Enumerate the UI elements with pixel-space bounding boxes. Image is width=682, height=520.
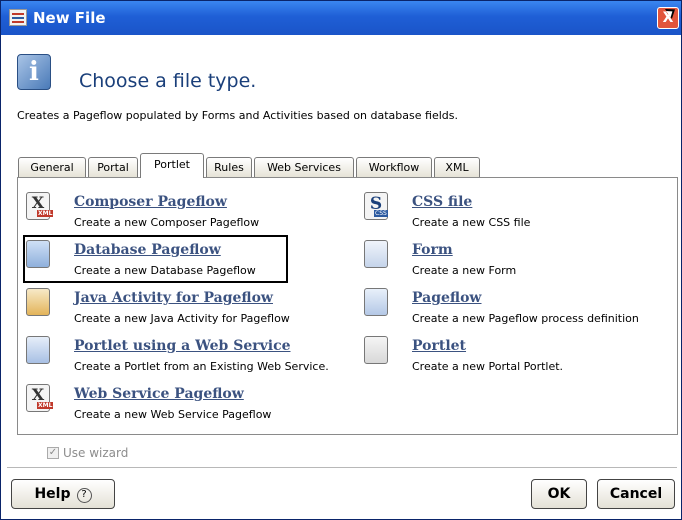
file-type-desc: Create a Portlet from an Existing Web Se… (74, 360, 329, 373)
tab-xml[interactable]: XML (434, 157, 480, 177)
use-wizard-label: Use wizard (63, 446, 129, 460)
web-service-portlet-icon (26, 336, 50, 364)
file-type-composer-pageflow[interactable]: X XML Composer Pageflow Create a new Comp… (26, 192, 326, 232)
tab-rules[interactable]: Rules (206, 157, 252, 177)
tab-general[interactable]: General (18, 157, 86, 177)
file-type-portlet[interactable]: Portlet Create a new Portal Portlet. (364, 336, 674, 376)
ok-button[interactable]: OK (531, 479, 587, 509)
file-type-title[interactable]: Pageflow (412, 290, 482, 306)
tab-portlet[interactable]: Portlet (140, 153, 204, 178)
file-type-database-pageflow[interactable]: Database Pageflow Create a new Database … (26, 240, 326, 280)
file-type-portlet-web-service[interactable]: Portlet using a Web Service Create a Por… (26, 336, 356, 376)
file-type-desc: Create a new Portal Portlet. (412, 360, 564, 373)
xml-document-icon: X XML (26, 192, 54, 220)
file-type-java-activity[interactable]: Java Activity for Pageflow Create a new … (26, 288, 326, 328)
file-type-desc: Create a new Database Pageflow (74, 264, 256, 277)
file-type-desc: Create a new Java Activity for Pageflow (74, 312, 290, 325)
file-type-description: Creates a Pageflow populated by Forms an… (17, 109, 458, 122)
form-icon (364, 240, 388, 268)
new-file-dialog: New File X i Choose a file type. Creates… (0, 0, 682, 520)
file-type-title[interactable]: CSS file (412, 194, 472, 210)
new-file-app-icon (9, 9, 27, 26)
file-type-title[interactable]: Portlet using a Web Service (74, 338, 291, 354)
file-type-desc: Create a new Form (412, 264, 517, 277)
file-type-desc: Create a new Composer Pageflow (74, 216, 260, 229)
database-icon (26, 240, 50, 268)
tab-web-services[interactable]: Web Services (254, 157, 354, 177)
portlet-icon (364, 336, 388, 364)
xml-tag: XML (37, 210, 54, 217)
file-type-pageflow[interactable]: Pageflow Create a new Pageflow process d… (364, 288, 674, 328)
file-type-web-service-pageflow[interactable]: X XML Web Service Pageflow Create a new W… (26, 384, 326, 424)
use-wizard-checkbox[interactable]: ✓ (47, 447, 59, 459)
dialog-heading: Choose a file type. (79, 70, 257, 92)
footer-divider (7, 467, 677, 468)
file-type-desc: Create a new Pageflow process definition (412, 312, 639, 325)
file-type-list: X XML Composer Pageflow Create a new Comp… (17, 177, 678, 435)
help-button-label: Help (34, 486, 71, 502)
window-title: New File (33, 9, 106, 27)
xml-tag: XML (37, 402, 54, 409)
file-type-title[interactable]: Composer Pageflow (74, 194, 227, 210)
css-file-icon: S CSS (364, 192, 388, 220)
title-bar[interactable]: New File X (1, 1, 681, 35)
java-activity-icon (26, 288, 50, 316)
css-tag: CSS (374, 210, 388, 217)
tab-workflow[interactable]: Workflow (356, 157, 432, 177)
file-type-title[interactable]: Java Activity for Pageflow (74, 290, 273, 306)
help-icon: ? (76, 488, 92, 503)
help-button[interactable]: Help? (11, 479, 115, 509)
cancel-button[interactable]: Cancel (597, 479, 675, 509)
file-type-title[interactable]: Form (412, 242, 453, 258)
file-type-title[interactable]: Database Pageflow (74, 242, 221, 258)
info-icon: i (17, 54, 51, 90)
file-type-title[interactable]: Web Service Pageflow (74, 386, 244, 402)
file-type-desc: Create a new CSS file (412, 216, 531, 229)
pageflow-icon (364, 288, 388, 316)
tab-portal[interactable]: Portal (88, 157, 138, 177)
file-type-title[interactable]: Portlet (412, 338, 466, 354)
file-type-desc: Create a new Web Service Pageflow (74, 408, 272, 421)
file-type-css-file[interactable]: S CSS CSS file Create a new CSS file (364, 192, 674, 232)
xml-document-icon: X XML (26, 384, 54, 412)
file-type-form[interactable]: Form Create a new Form (364, 240, 674, 280)
